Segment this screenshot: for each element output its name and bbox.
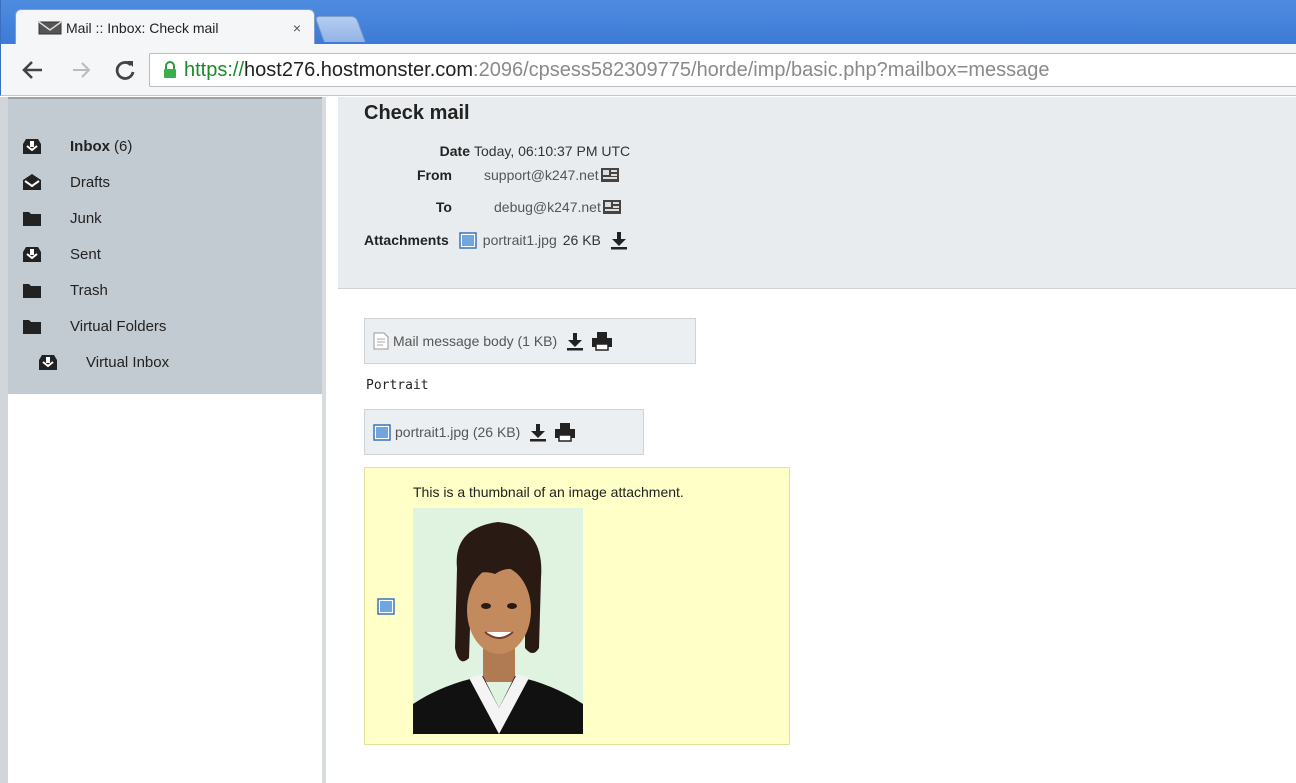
image-file-icon [459,231,477,249]
sidebar-item-drafts[interactable]: Drafts [22,167,110,197]
reload-icon [115,61,135,80]
sidebar-item-label: Sent [70,245,101,263]
folder-icon [23,212,41,226]
to-label: To [435,199,452,215]
url-host: host276.hostmonster.com [244,58,474,81]
sidebar-item-virtual-folders[interactable]: Virtual Folders [22,311,166,341]
attachment-link[interactable]: portrait1.jpg [483,232,557,248]
sidebar-item-label: Junk [70,209,102,227]
sent-icon [23,247,41,262]
sidebar-item-trash[interactable]: Trash [22,275,108,305]
download-icon[interactable] [565,331,585,351]
body-part-box: Mail message body (1 KB) [364,318,696,364]
sidebar-item-sent[interactable]: Sent [22,239,101,269]
date-value: Today, 06:10:37 PM UTC [474,143,631,159]
add-contact-icon[interactable] [602,199,622,215]
sidebar-item-label: Trash [70,281,108,299]
from-label: From [417,167,452,183]
sidebar-item-label: Virtual Folders [70,317,167,335]
header-attachments-row: Attachments portrait1.jpg 26 KB [364,229,629,251]
address-bar[interactable]: https://host276.hostmonster.com:2096/cps… [149,53,1296,87]
to-address-link[interactable]: debug@k247.net [494,199,622,215]
folder-icon [23,284,41,298]
sidebar-item-label: Inbox [70,137,110,155]
message-view: Check mail Date Today, 06:10:37 PM UTC F… [338,97,1296,783]
portrait-thumbnail-image[interactable] [413,508,583,734]
add-contact-icon[interactable] [600,167,620,183]
image-file-icon [377,598,395,615]
url-path: :2096/cpsess582309775/horde/imp/basic.ph… [473,58,1050,81]
header-to-row: To debug@k247.net [364,196,622,218]
print-icon[interactable] [554,422,576,442]
browser-tab[interactable]: Mail :: Inbox: Check mail × [15,9,315,45]
sidebar-item-label: Drafts [70,173,111,191]
mail-icon [38,20,62,34]
attachment-size: 26 KB [562,232,601,248]
download-icon[interactable] [609,230,629,250]
back-arrow-icon [22,61,42,79]
header-from-row: From support@k247.net [364,164,620,186]
forward-arrow-icon [73,62,91,78]
drafts-icon [23,174,41,190]
header-date-row: Date Today, 06:10:37 PM UTC [364,140,631,162]
image-file-icon [373,423,391,441]
date-label: Date [439,143,470,159]
inbox-icon [23,139,41,154]
from-address: support@k247.net [484,167,599,183]
body-part-label: Mail message body (1 KB) [393,333,558,349]
message-header: Check mail Date Today, 06:10:37 PM UTC F… [338,97,1296,289]
print-icon[interactable] [591,331,613,351]
folder-sidebar: Inbox (6) Drafts Junk Sent Trash Virtual… [0,97,326,783]
reload-button[interactable] [111,56,139,84]
message-subject: Check mail [364,102,470,124]
folder-icon [23,320,41,334]
close-tab-icon[interactable]: × [290,20,304,36]
image-part-box: portrait1.jpg (26 KB) [364,409,644,455]
back-button[interactable] [19,56,47,84]
sidebar-item-junk[interactable]: Junk [22,203,102,233]
unread-count: (6) [114,137,133,155]
to-address: debug@k247.net [494,199,601,215]
download-icon[interactable] [528,422,548,442]
browser-tabstrip: Mail :: Inbox: Check mail × [0,0,1296,45]
browser-toolbar: https://host276.hostmonster.com:2096/cps… [0,44,1296,96]
forward-button[interactable] [67,56,95,84]
tab-title: Mail :: Inbox: Check mail [66,19,219,36]
from-address-link[interactable]: support@k247.net [484,167,620,183]
lock-icon [164,61,176,78]
url-scheme: https:// [184,58,245,81]
sidebar-item-label: Virtual Inbox [86,353,170,371]
thumbnail-caption: This is a thumbnail of an image attachme… [413,484,684,500]
folder-list: Inbox (6) Drafts Junk Sent Trash Virtual… [8,97,322,394]
sidebar-item-inbox[interactable]: Inbox (6) [22,131,132,161]
new-tab-button[interactable] [314,16,366,42]
image-part-label: portrait1.jpg (26 KB) [395,424,521,440]
thumbnail-panel: This is a thumbnail of an image attachme… [364,467,790,745]
text-file-icon [373,332,389,350]
inbox-icon [39,355,57,370]
attachments-label: Attachments [364,232,449,248]
sidebar-item-virtual-inbox[interactable]: Virtual Inbox [38,347,169,377]
message-body-text: Portrait [366,378,429,393]
